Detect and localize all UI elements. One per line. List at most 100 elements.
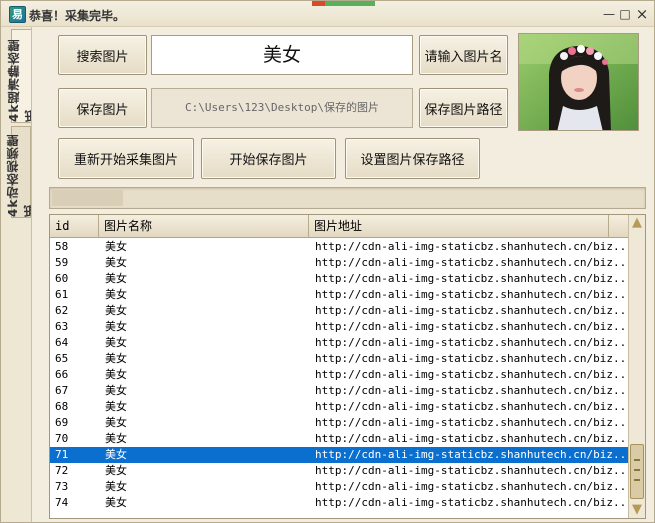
row-url: http://cdn-ali-img-staticbz.shanhutech.c… xyxy=(315,256,633,269)
table-row[interactable]: 60 美女 http://cdn-ali-img-staticbz.shanhute… xyxy=(50,271,633,287)
image-list[interactable]: id 图片名称 图片地址 58 美女 http://cdn-ali-img-stat… xyxy=(49,214,646,519)
table-row[interactable]: 73 美女 http://cdn-ali-img-staticbz.shanhute… xyxy=(50,479,633,495)
table-row[interactable]: 61 美女 http://cdn-ali-img-staticbz.shanhute… xyxy=(50,287,633,303)
row-name: 美女 xyxy=(105,416,127,429)
row-url: http://cdn-ali-img-staticbz.shanhutech.c… xyxy=(315,272,633,285)
table-row[interactable]: 69 美女 http://cdn-ali-img-staticbz.shanhute… xyxy=(50,415,633,431)
row-id: 60 xyxy=(55,272,69,285)
thumb-grip xyxy=(634,459,640,461)
row-id: 74 xyxy=(55,496,69,509)
row-url: http://cdn-ali-img-staticbz.shanhutech.c… xyxy=(315,464,633,477)
row-id: 69 xyxy=(55,416,69,429)
set-save-path-button[interactable]: 设置图片保存路径 xyxy=(345,138,480,179)
row-url: http://cdn-ali-img-staticbz.shanhutech.c… xyxy=(315,240,633,253)
row-url: http://cdn-ali-img-staticbz.shanhutech.c… xyxy=(315,352,633,365)
row-id: 66 xyxy=(55,368,69,381)
row-id: 59 xyxy=(55,256,69,269)
scroll-thumb[interactable] xyxy=(630,444,644,499)
row-id: 63 xyxy=(55,320,69,333)
save-path-field[interactable]: C:\Users\123\Desktop\保存的图片 xyxy=(151,88,413,128)
row-id: 71 xyxy=(55,448,69,461)
row-url: http://cdn-ali-img-staticbz.shanhutech.c… xyxy=(315,496,633,509)
table-row[interactable]: 71 美女 http://cdn-ali-img-staticbz.shanhute… xyxy=(50,447,633,463)
scroll-up-icon[interactable]: ▲ xyxy=(630,215,644,231)
enter-image-name-button[interactable]: 请输入图片名 xyxy=(419,35,508,75)
row-name: 美女 xyxy=(105,288,127,301)
app-logo-icon: 易 xyxy=(9,6,26,23)
table-row[interactable]: 63 美女 http://cdn-ali-img-staticbz.shanhute… xyxy=(50,319,633,335)
row-id: 58 xyxy=(55,240,69,253)
tab-video-wallpaper[interactable]: 4k动态视频壁纸 xyxy=(6,126,37,218)
row-id: 67 xyxy=(55,384,69,397)
row-url: http://cdn-ali-img-staticbz.shanhutech.c… xyxy=(315,336,633,349)
search-image-button[interactable]: 搜索图片 xyxy=(58,35,147,75)
list-rows: 58 美女 http://cdn-ali-img-staticbz.shanhute… xyxy=(50,239,633,511)
tab-static-wallpaper[interactable]: 4k超清静态壁纸 xyxy=(7,29,38,123)
row-id: 62 xyxy=(55,304,69,317)
title-bar[interactable]: 易 恭喜！采集完毕。 — □ × xyxy=(1,1,654,27)
row-id: 68 xyxy=(55,400,69,413)
row-id: 72 xyxy=(55,464,69,477)
row-url: http://cdn-ali-img-staticbz.shanhutech.c… xyxy=(315,400,633,413)
scroll-down-icon[interactable]: ▼ xyxy=(630,502,644,518)
row-name: 美女 xyxy=(105,256,127,269)
column-header-url[interactable]: 图片地址 xyxy=(309,215,609,238)
table-row[interactable]: 70 美女 http://cdn-ali-img-staticbz.shanhute… xyxy=(50,431,633,447)
row-name: 美女 xyxy=(105,336,127,349)
keyword-input[interactable]: 美女 xyxy=(151,35,413,75)
row-name: 美女 xyxy=(105,272,127,285)
accent-green-strip xyxy=(325,1,375,6)
thumb-grip xyxy=(634,479,640,481)
accent-red-strip xyxy=(312,1,325,6)
table-row[interactable]: 59 美女 http://cdn-ali-img-staticbz.shanhute… xyxy=(50,255,633,271)
table-row[interactable]: 72 美女 http://cdn-ali-img-staticbz.shanhute… xyxy=(50,463,633,479)
progress-bar xyxy=(49,187,646,209)
row-id: 70 xyxy=(55,432,69,445)
row-name: 美女 xyxy=(105,304,127,317)
save-image-button[interactable]: 保存图片 xyxy=(58,88,147,128)
close-icon[interactable]: × xyxy=(635,7,649,22)
table-row[interactable]: 67 美女 http://cdn-ali-img-staticbz.shanhute… xyxy=(50,383,633,399)
table-row[interactable]: 66 美女 http://cdn-ali-img-staticbz.shanhute… xyxy=(50,367,633,383)
thumb-grip xyxy=(634,469,640,471)
save-path-button[interactable]: 保存图片路径 xyxy=(419,88,508,128)
column-header-name[interactable]: 图片名称 xyxy=(99,215,309,238)
row-url: http://cdn-ali-img-staticbz.shanhutech.c… xyxy=(315,432,633,445)
restart-collect-button[interactable]: 重新开始采集图片 xyxy=(58,138,194,179)
preview-photo xyxy=(519,34,638,130)
list-header: id 图片名称 图片地址 xyxy=(50,215,630,238)
table-row[interactable]: 68 美女 http://cdn-ali-img-staticbz.shanhute… xyxy=(50,399,633,415)
row-name: 美女 xyxy=(105,384,127,397)
row-name: 美女 xyxy=(105,448,127,461)
maximize-icon[interactable]: □ xyxy=(618,7,632,21)
row-url: http://cdn-ali-img-staticbz.shanhutech.c… xyxy=(315,320,633,333)
row-id: 73 xyxy=(55,480,69,493)
row-id: 65 xyxy=(55,352,69,365)
table-row[interactable]: 65 美女 http://cdn-ali-img-staticbz.shanhute… xyxy=(50,351,633,367)
row-name: 美女 xyxy=(105,400,127,413)
row-id: 61 xyxy=(55,288,69,301)
row-name: 美女 xyxy=(105,480,127,493)
column-header-id[interactable]: id xyxy=(50,215,99,238)
image-preview xyxy=(518,33,639,131)
row-url: http://cdn-ali-img-staticbz.shanhutech.c… xyxy=(315,480,633,493)
window-title: 恭喜！采集完毕。 xyxy=(29,9,126,23)
app-window: 易 恭喜！采集完毕。 — □ × 4k超清静态壁纸 4k动态视频壁纸 搜索图片 … xyxy=(0,0,655,523)
table-row[interactable]: 64 美女 http://cdn-ali-img-staticbz.shanhute… xyxy=(50,335,633,351)
row-name: 美女 xyxy=(105,496,127,509)
start-save-button[interactable]: 开始保存图片 xyxy=(201,138,336,179)
row-name: 美女 xyxy=(105,464,127,477)
row-name: 美女 xyxy=(105,352,127,365)
row-id: 64 xyxy=(55,336,69,349)
table-row[interactable]: 74 美女 http://cdn-ali-img-staticbz.shanhute… xyxy=(50,495,633,511)
table-row[interactable]: 62 美女 http://cdn-ali-img-staticbz.shanhute… xyxy=(50,303,633,319)
row-url: http://cdn-ali-img-staticbz.shanhutech.c… xyxy=(315,368,633,381)
row-url: http://cdn-ali-img-staticbz.shanhutech.c… xyxy=(315,304,633,317)
minimize-icon[interactable]: — xyxy=(602,7,616,21)
row-name: 美女 xyxy=(105,240,127,253)
table-row[interactable]: 58 美女 http://cdn-ali-img-staticbz.shanhute… xyxy=(50,239,633,255)
row-name: 美女 xyxy=(105,320,127,333)
progress-fill xyxy=(52,190,124,206)
row-url: http://cdn-ali-img-staticbz.shanhutech.c… xyxy=(315,288,633,301)
vertical-scrollbar[interactable]: ▲ ▼ xyxy=(628,215,645,518)
